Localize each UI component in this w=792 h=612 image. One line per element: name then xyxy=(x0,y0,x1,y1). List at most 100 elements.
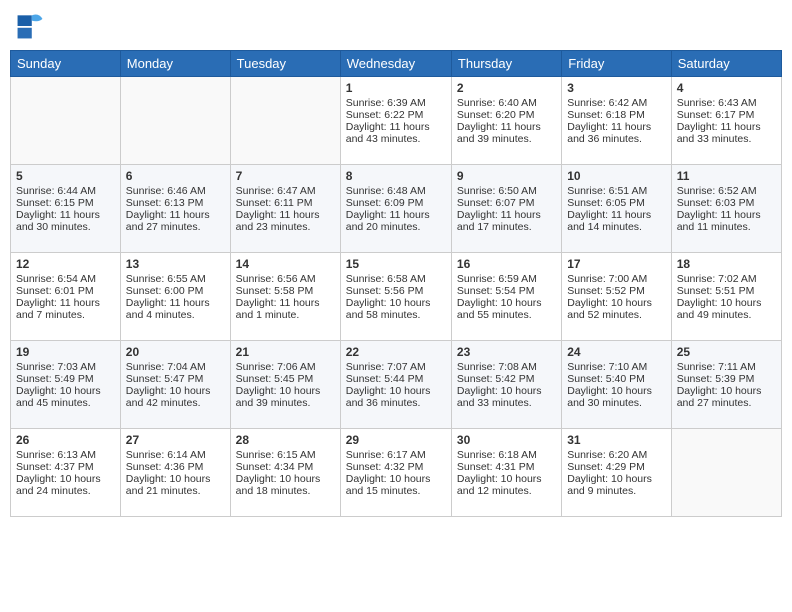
weekday-header: Wednesday xyxy=(340,51,451,77)
calendar-cell: 19Sunrise: 7:03 AMSunset: 5:49 PMDayligh… xyxy=(11,341,121,429)
day-number: 12 xyxy=(16,257,115,271)
day-info: Sunset: 6:18 PM xyxy=(567,109,665,121)
day-info: Sunset: 5:39 PM xyxy=(677,373,776,385)
day-info: Daylight: 10 hours xyxy=(567,297,665,309)
page-header xyxy=(10,10,782,42)
day-info: Sunrise: 6:17 AM xyxy=(346,449,446,461)
day-info: and 20 minutes. xyxy=(346,221,446,233)
day-info: Sunrise: 7:11 AM xyxy=(677,361,776,373)
day-info: Sunset: 4:37 PM xyxy=(16,461,115,473)
day-info: and 33 minutes. xyxy=(677,133,776,145)
day-info: Sunrise: 6:50 AM xyxy=(457,185,556,197)
logo-icon xyxy=(14,10,46,42)
day-info: Daylight: 11 hours xyxy=(126,209,225,221)
day-info: Daylight: 10 hours xyxy=(567,473,665,485)
day-info: Daylight: 10 hours xyxy=(677,297,776,309)
day-info: and 9 minutes. xyxy=(567,485,665,497)
day-info: Sunrise: 7:02 AM xyxy=(677,273,776,285)
day-number: 17 xyxy=(567,257,665,271)
calendar-cell: 3Sunrise: 6:42 AMSunset: 6:18 PMDaylight… xyxy=(562,77,671,165)
calendar-cell: 11Sunrise: 6:52 AMSunset: 6:03 PMDayligh… xyxy=(671,165,781,253)
day-info: Daylight: 11 hours xyxy=(346,209,446,221)
day-info: and 58 minutes. xyxy=(346,309,446,321)
day-number: 9 xyxy=(457,169,556,183)
day-number: 8 xyxy=(346,169,446,183)
calendar-cell: 13Sunrise: 6:55 AMSunset: 6:00 PMDayligh… xyxy=(120,253,230,341)
day-info: Daylight: 11 hours xyxy=(126,297,225,309)
day-info: Daylight: 10 hours xyxy=(567,385,665,397)
day-number: 28 xyxy=(236,433,335,447)
day-number: 18 xyxy=(677,257,776,271)
day-info: Daylight: 10 hours xyxy=(16,473,115,485)
day-info: and 12 minutes. xyxy=(457,485,556,497)
day-number: 24 xyxy=(567,345,665,359)
day-info: Daylight: 10 hours xyxy=(346,297,446,309)
day-info: Sunrise: 6:51 AM xyxy=(567,185,665,197)
day-number: 20 xyxy=(126,345,225,359)
day-info: and 42 minutes. xyxy=(126,397,225,409)
calendar-table: SundayMondayTuesdayWednesdayThursdayFrid… xyxy=(10,50,782,517)
day-info: and 39 minutes. xyxy=(457,133,556,145)
day-info: Sunset: 5:44 PM xyxy=(346,373,446,385)
day-info: Daylight: 10 hours xyxy=(236,473,335,485)
day-info: Sunrise: 6:13 AM xyxy=(16,449,115,461)
day-info: Sunset: 6:05 PM xyxy=(567,197,665,209)
calendar-cell: 20Sunrise: 7:04 AMSunset: 5:47 PMDayligh… xyxy=(120,341,230,429)
calendar-cell: 10Sunrise: 6:51 AMSunset: 6:05 PMDayligh… xyxy=(562,165,671,253)
day-info: Sunset: 6:22 PM xyxy=(346,109,446,121)
day-number: 6 xyxy=(126,169,225,183)
day-info: Sunset: 6:00 PM xyxy=(126,285,225,297)
day-info: Sunset: 5:54 PM xyxy=(457,285,556,297)
calendar-cell: 25Sunrise: 7:11 AMSunset: 5:39 PMDayligh… xyxy=(671,341,781,429)
day-info: Sunset: 4:36 PM xyxy=(126,461,225,473)
day-info: Sunrise: 7:03 AM xyxy=(16,361,115,373)
day-number: 11 xyxy=(677,169,776,183)
day-info: Daylight: 11 hours xyxy=(16,209,115,221)
day-info: and 17 minutes. xyxy=(457,221,556,233)
weekday-header: Tuesday xyxy=(230,51,340,77)
day-number: 2 xyxy=(457,81,556,95)
day-info: Daylight: 11 hours xyxy=(16,297,115,309)
day-info: Daylight: 10 hours xyxy=(126,473,225,485)
calendar-cell: 18 Sunrise: 7:02 AMSunset: 5:51 PMDayligh… xyxy=(671,253,781,341)
day-info: Daylight: 10 hours xyxy=(457,473,556,485)
day-number: 7 xyxy=(236,169,335,183)
calendar-cell: 15Sunrise: 6:58 AMSunset: 5:56 PMDayligh… xyxy=(340,253,451,341)
weekday-header: Saturday xyxy=(671,51,781,77)
day-info: Sunset: 5:42 PM xyxy=(457,373,556,385)
week-row: 26Sunrise: 6:13 AMSunset: 4:37 PMDayligh… xyxy=(11,429,782,517)
day-info: and 18 minutes. xyxy=(236,485,335,497)
day-info: Daylight: 10 hours xyxy=(126,385,225,397)
day-info: Sunset: 6:11 PM xyxy=(236,197,335,209)
calendar-cell: 17Sunrise: 7:00 AMSunset: 5:52 PMDayligh… xyxy=(562,253,671,341)
calendar-cell: 30Sunrise: 6:18 AMSunset: 4:31 PMDayligh… xyxy=(451,429,561,517)
day-info: Sunset: 5:51 PM xyxy=(677,285,776,297)
calendar-cell: 2Sunrise: 6:40 AMSunset: 6:20 PMDaylight… xyxy=(451,77,561,165)
calendar-cell: 31Sunrise: 6:20 AMSunset: 4:29 PMDayligh… xyxy=(562,429,671,517)
calendar-cell: 12Sunrise: 6:54 AMSunset: 6:01 PMDayligh… xyxy=(11,253,121,341)
day-info: Daylight: 11 hours xyxy=(346,121,446,133)
calendar-cell: 1Sunrise: 6:39 AMSunset: 6:22 PMDaylight… xyxy=(340,77,451,165)
day-info: Daylight: 10 hours xyxy=(457,385,556,397)
day-info: Daylight: 11 hours xyxy=(567,121,665,133)
day-info: and 27 minutes. xyxy=(677,397,776,409)
day-info: Daylight: 11 hours xyxy=(457,121,556,133)
day-info: Sunset: 6:07 PM xyxy=(457,197,556,209)
day-info: and 30 minutes. xyxy=(16,221,115,233)
weekday-header: Monday xyxy=(120,51,230,77)
calendar-cell xyxy=(11,77,121,165)
day-info: Sunrise: 6:52 AM xyxy=(677,185,776,197)
day-info: and 45 minutes. xyxy=(16,397,115,409)
day-number: 4 xyxy=(677,81,776,95)
day-info: Sunrise: 6:20 AM xyxy=(567,449,665,461)
weekday-header: Friday xyxy=(562,51,671,77)
day-info: and 49 minutes. xyxy=(677,309,776,321)
day-info: Sunset: 5:52 PM xyxy=(567,285,665,297)
day-info: Daylight: 11 hours xyxy=(236,297,335,309)
day-info: and 43 minutes. xyxy=(346,133,446,145)
day-info: Sunrise: 6:56 AM xyxy=(236,273,335,285)
day-number: 3 xyxy=(567,81,665,95)
day-info: and 24 minutes. xyxy=(16,485,115,497)
day-number: 1 xyxy=(346,81,446,95)
day-info: and 21 minutes. xyxy=(126,485,225,497)
